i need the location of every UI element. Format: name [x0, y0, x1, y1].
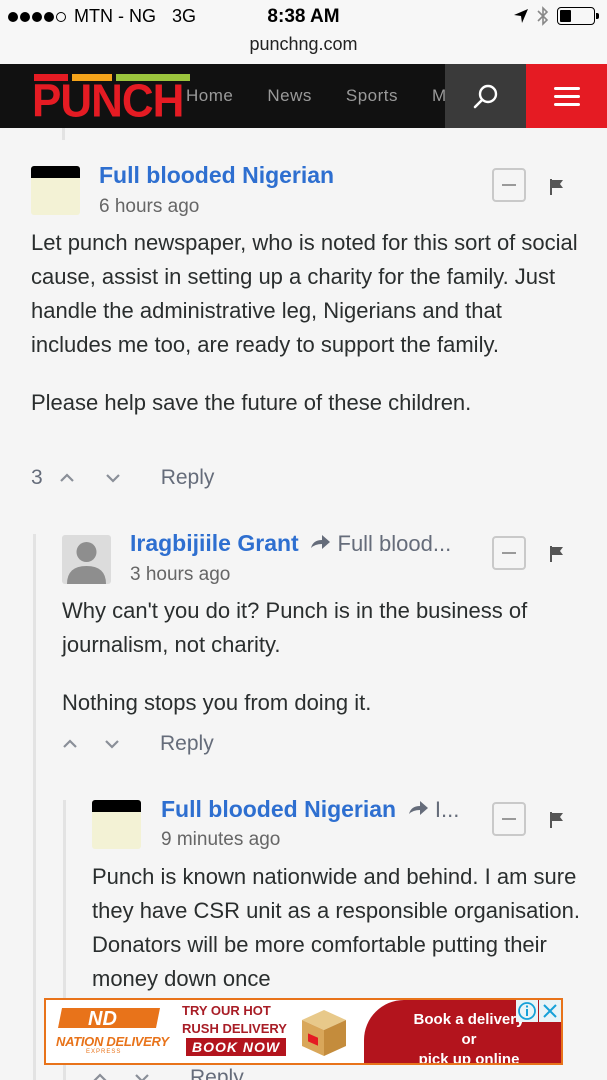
- search-button[interactable]: [445, 64, 526, 128]
- ad-promo-line: RUSH DELIVERY: [182, 1021, 287, 1036]
- reply-button[interactable]: Reply: [160, 732, 214, 756]
- ad-promo-line: TRY OUR HOT: [182, 1003, 271, 1018]
- search-icon: [473, 84, 497, 109]
- upvote-icon[interactable]: [92, 1070, 108, 1080]
- comment-paragraph: Let punch newspaper, who is noted for th…: [31, 230, 578, 357]
- downvote-icon[interactable]: [134, 1070, 150, 1080]
- reply-button[interactable]: Reply: [190, 1066, 244, 1080]
- collapse-button[interactable]: [492, 168, 526, 202]
- thread-line: [62, 128, 65, 140]
- ad-brand-sub: EXPRESS: [86, 1049, 122, 1055]
- hamburger-menu-button[interactable]: [526, 64, 607, 128]
- ad-close-icon[interactable]: [539, 1000, 561, 1022]
- comment-actions: 3 Reply: [31, 466, 214, 490]
- ad-info-icon[interactable]: [516, 1000, 538, 1022]
- reply-arrow-icon: [408, 801, 428, 815]
- comment-time[interactable]: 3 hours ago: [130, 564, 230, 586]
- ad-cta-line: pick up online: [418, 1051, 520, 1065]
- ad-book-now-button[interactable]: BOOK NOW: [186, 1038, 287, 1056]
- logo-text: PUNCH: [32, 75, 184, 128]
- thread-line: [33, 534, 36, 1080]
- location-arrow-icon: [514, 9, 528, 23]
- comment-body: Let punch newspaper, who is noted for th…: [31, 226, 587, 444]
- downvote-icon[interactable]: [105, 470, 121, 486]
- comment-author-line: Full blooded Nigerian I...: [161, 796, 459, 823]
- ad-promo: TRY OUR HOT RUSH DELIVERY: [182, 1002, 292, 1038]
- nav-link-home[interactable]: Home: [186, 86, 233, 106]
- comment-paragraph: Punch is known nationwide and behind. I …: [92, 864, 580, 991]
- package-box-icon: [302, 1010, 346, 1056]
- site-navbar: PUNCH Home News Sports M: [0, 64, 607, 128]
- nav-link-news[interactable]: News: [267, 86, 312, 106]
- reply-button[interactable]: Reply: [161, 466, 215, 490]
- collapse-button[interactable]: [492, 802, 526, 836]
- comment-time[interactable]: 9 minutes ago: [161, 829, 280, 851]
- nd-logo-icon: ND: [58, 1008, 160, 1030]
- reply-to-author[interactable]: Full blood...: [338, 531, 452, 556]
- svg-text:ND: ND: [88, 1008, 117, 1030]
- punch-logo[interactable]: PUNCH: [32, 74, 192, 128]
- comment-author[interactable]: Full blooded Nigerian: [161, 796, 396, 822]
- comment-paragraph: Why can't you do it? Punch is in the bus…: [62, 598, 528, 657]
- flag-icon[interactable]: [547, 544, 567, 564]
- ad-brand-name: NATION DELIVERY: [56, 1034, 169, 1049]
- comment-author[interactable]: Iragbijiile Grant: [130, 530, 299, 556]
- reply-arrow-icon: [311, 535, 331, 549]
- flag-icon[interactable]: [547, 177, 567, 197]
- nav-link-sports[interactable]: Sports: [346, 86, 398, 106]
- ad-banner[interactable]: ND NATION DELIVERY EXPRESS TRY OUR HOT R…: [44, 998, 563, 1065]
- avatar[interactable]: [92, 800, 141, 849]
- comment-paragraph: Nothing stops you from doing it.: [62, 690, 372, 715]
- upvote-icon[interactable]: [62, 736, 78, 752]
- address-bar-url[interactable]: punchng.com: [0, 34, 607, 55]
- downvote-icon[interactable]: [104, 736, 120, 752]
- avatar[interactable]: [62, 535, 111, 584]
- status-bar: MTN - NG 3G 8:38 AM punchng.com: [0, 0, 607, 64]
- avatar[interactable]: [31, 166, 80, 215]
- comment-author[interactable]: Full blooded Nigerian: [99, 162, 334, 189]
- comment-author-line: Iragbijiile Grant Full blood...: [130, 530, 451, 557]
- comment-actions: Reply: [52, 732, 214, 756]
- ad-cta-text: Book a delivery or pick up online: [404, 1010, 534, 1065]
- comment-time[interactable]: 6 hours ago: [99, 196, 199, 218]
- vote-count: 3: [31, 466, 43, 489]
- comment-paragraph: Please help save the future of these chi…: [31, 390, 472, 415]
- bluetooth-icon: [537, 6, 549, 26]
- flag-icon[interactable]: [547, 810, 567, 830]
- ad-cta-line: Book a delivery or: [413, 1011, 525, 1048]
- upvote-icon[interactable]: [59, 470, 75, 486]
- battery-icon: [557, 7, 599, 25]
- nav-links: Home News Sports M: [186, 64, 447, 128]
- collapse-button[interactable]: [492, 536, 526, 570]
- comment-body: Why can't you do it? Punch is in the bus…: [62, 594, 582, 744]
- comment-actions: Reply: [82, 1066, 244, 1080]
- ad-brand-logo: ND NATION DELIVERY EXPRESS: [46, 1000, 174, 1063]
- default-user-icon: [67, 542, 106, 584]
- comment-body: Punch is known nationwide and behind. I …: [92, 860, 592, 1020]
- reply-to-author[interactable]: I...: [435, 797, 459, 822]
